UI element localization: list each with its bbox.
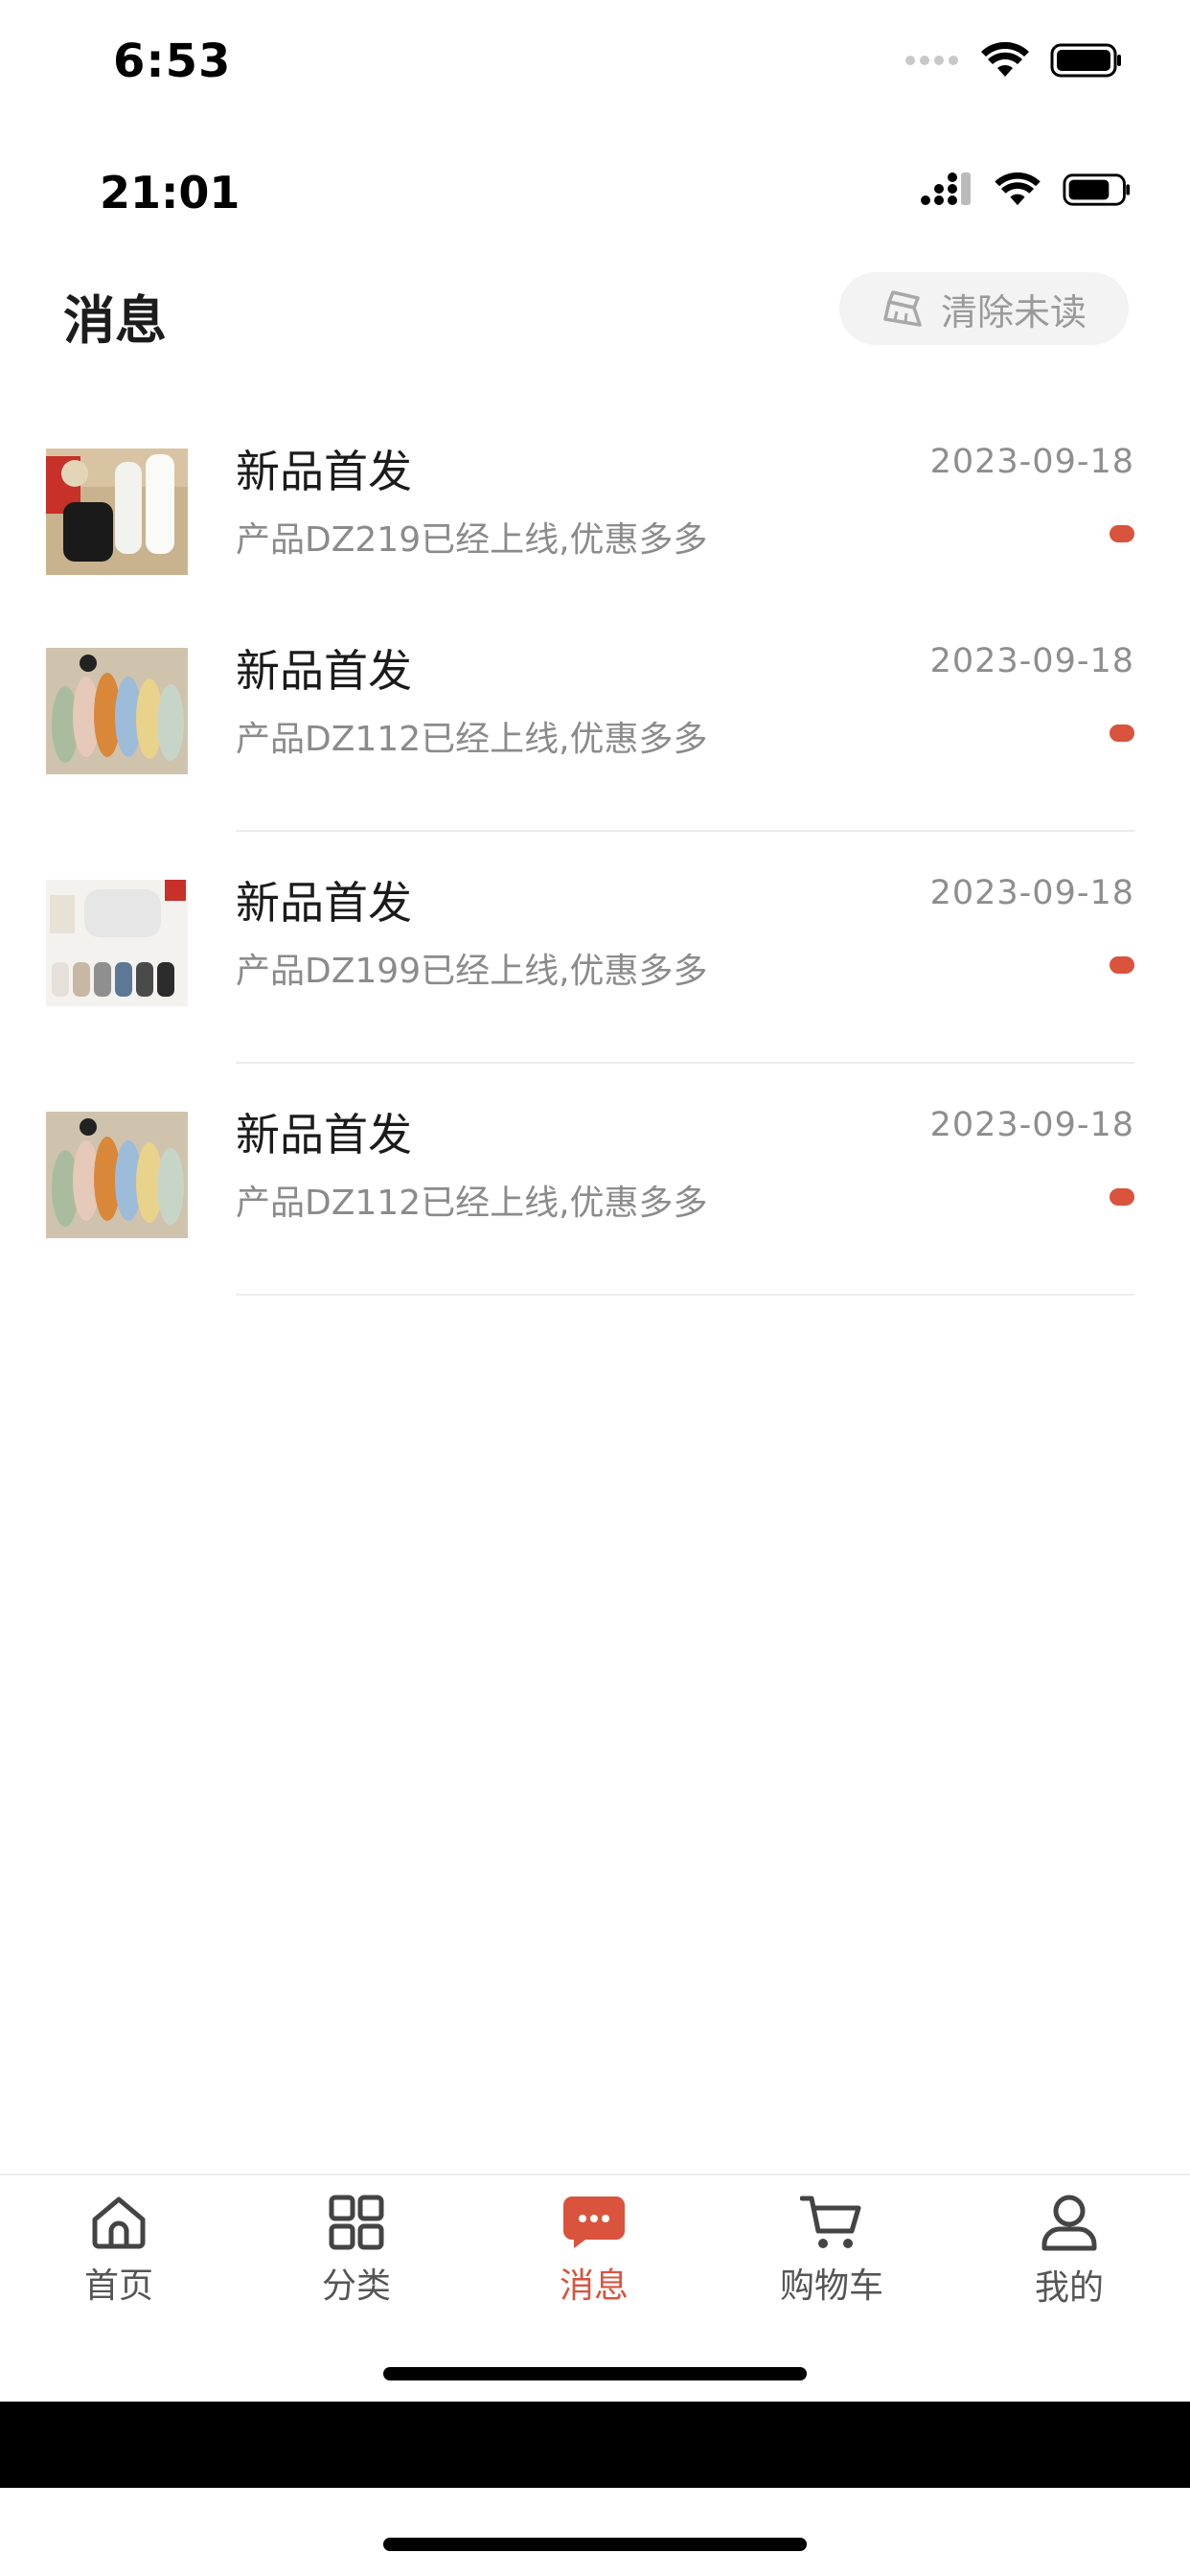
broom-icon <box>883 290 922 327</box>
unread-dot <box>1110 724 1134 742</box>
message-item[interactable]: 新品首发 2023-09-18 产品DZ219已经上线,优惠多多 <box>0 401 1190 632</box>
signal-icon <box>921 172 971 205</box>
cart-icon <box>800 2196 861 2248</box>
message-body: 产品DZ112已经上线,优惠多多 <box>236 720 708 759</box>
message-date: 2023-09-18 <box>929 642 1134 680</box>
product-thumbnail <box>46 880 188 1006</box>
clear-unread-label: 清除未读 <box>940 290 1087 334</box>
message-title: 新品首发 <box>236 1109 412 1161</box>
status-icons-inner <box>920 172 1133 207</box>
message-item[interactable]: 新品首发 2023-09-18 产品DZ112已经上线,优惠多多 <box>0 600 1190 832</box>
wifi-icon <box>981 42 1029 77</box>
unread-dot <box>1110 525 1134 542</box>
home-indicator[interactable] <box>383 2367 807 2380</box>
page-title: 消息 <box>63 290 167 351</box>
battery-icon <box>1050 43 1121 78</box>
status-time-outer: 6:53 <box>113 34 232 88</box>
unread-dot <box>1110 956 1134 974</box>
divider <box>236 1294 1134 1296</box>
message-date: 2023-09-18 <box>929 1106 1134 1144</box>
tab-home[interactable]: 首页 <box>0 2195 238 2308</box>
product-thumbnail <box>46 448 188 575</box>
tab-profile[interactable]: 我的 <box>950 2195 1188 2310</box>
product-thumbnail <box>46 1112 188 1238</box>
status-icons-outer <box>904 42 1123 79</box>
signal-dots-icon <box>905 56 958 65</box>
tab-label: 购物车 <box>779 2266 883 2306</box>
message-body: 产品DZ112已经上线,优惠多多 <box>236 1184 708 1223</box>
tab-label: 我的 <box>1034 2268 1104 2308</box>
clear-unread-button[interactable]: 清除未读 <box>839 272 1129 345</box>
unread-dot <box>1110 1188 1134 1206</box>
message-icon <box>563 2196 625 2248</box>
message-date: 2023-09-18 <box>929 443 1134 481</box>
message-title: 新品首发 <box>236 645 412 697</box>
status-time-inner: 21:01 <box>100 167 240 218</box>
home-icon <box>92 2196 146 2249</box>
grid-icon <box>329 2195 384 2250</box>
black-band <box>0 2402 1190 2488</box>
tab-label: 消息 <box>559 2266 629 2306</box>
message-date: 2023-09-18 <box>929 874 1134 912</box>
home-indicator[interactable] <box>383 2538 807 2551</box>
message-item[interactable]: 新品首发 2023-09-18 产品DZ199已经上线,优惠多多 <box>0 832 1190 1064</box>
wifi-icon <box>995 172 1041 206</box>
product-thumbnail <box>46 648 188 774</box>
tab-messages[interactable]: 消息 <box>475 2195 713 2308</box>
battery-icon <box>1063 173 1131 206</box>
user-icon <box>1041 2195 1097 2251</box>
tab-category[interactable]: 分类 <box>238 2195 475 2308</box>
tab-label: 首页 <box>83 2266 153 2306</box>
message-title: 新品首发 <box>236 446 412 497</box>
tab-cart[interactable]: 购物车 <box>713 2195 950 2308</box>
message-body: 产品DZ219已经上线,优惠多多 <box>236 520 708 560</box>
message-body: 产品DZ199已经上线,优惠多多 <box>236 952 708 991</box>
tab-label: 分类 <box>321 2266 391 2306</box>
message-item[interactable]: 新品首发 2023-09-18 产品DZ112已经上线,优惠多多 <box>0 1064 1190 1296</box>
message-title: 新品首发 <box>236 877 412 929</box>
